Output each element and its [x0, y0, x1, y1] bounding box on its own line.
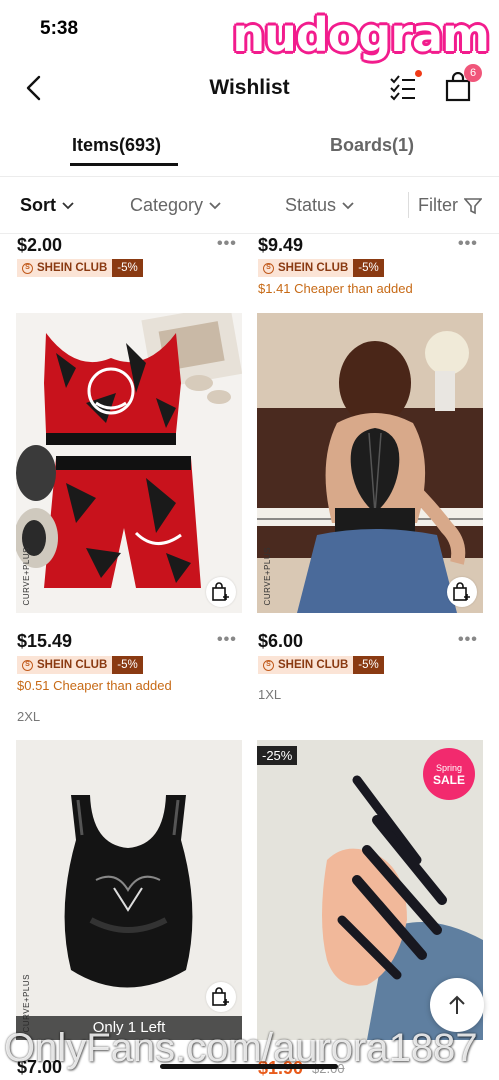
filter-bar: Sort Category Status Filter — [0, 178, 499, 234]
category-label: Category — [130, 195, 204, 215]
add-to-bag-icon — [212, 987, 229, 1006]
chevron-down-icon — [342, 201, 354, 209]
product-price: $2.00 — [17, 235, 63, 255]
club-label: SHEIN CLUB — [278, 262, 349, 274]
filter-label: Filter — [418, 195, 458, 215]
club-coin-icon: S — [263, 262, 274, 274]
sort-label: Sort — [20, 195, 56, 215]
butterfly-top-image — [257, 313, 483, 613]
divider — [408, 192, 409, 218]
club-badge: S SHEIN CLUB -5% — [17, 259, 143, 277]
club-discount: -5% — [353, 259, 384, 277]
cart-count-badge: 6 — [464, 64, 482, 82]
price-drop-text: $1.41 Cheaper than added — [258, 281, 413, 296]
product-price: $15.49 — [17, 631, 73, 651]
add-to-bag-icon — [453, 582, 470, 601]
club-discount: -5% — [112, 656, 143, 674]
tab-boards[interactable]: Boards(1) — [330, 135, 414, 156]
badge-top-text: Spring — [435, 763, 462, 773]
discount-badge: -25% — [257, 746, 298, 765]
active-tab-indicator — [70, 163, 178, 166]
club-label: SHEIN CLUB — [37, 262, 108, 274]
brand-label: CURVE+PLUS — [22, 546, 31, 605]
club-label: SHEIN CLUB — [278, 659, 349, 671]
spring-sale-badge: Spring SALE — [423, 748, 475, 800]
two-piece-set-image — [16, 313, 242, 588]
checklist-button[interactable] — [388, 70, 422, 104]
home-indicator — [160, 1064, 338, 1069]
club-discount: -5% — [353, 656, 384, 674]
product-price: $6.00 — [258, 631, 304, 651]
club-badge: S SHEIN CLUB -5% — [17, 656, 143, 674]
arrow-up-icon — [449, 995, 465, 1014]
add-to-cart-button[interactable] — [206, 577, 236, 607]
club-badge: S SHEIN CLUB -5% — [258, 656, 384, 674]
club-label: SHEIN CLUB — [37, 659, 108, 671]
club-badge: S SHEIN CLUB -5% — [258, 259, 384, 277]
status-dropdown[interactable]: Status — [285, 195, 354, 216]
funnel-icon — [464, 197, 482, 214]
badge-bottom-text: SALE — [432, 773, 465, 787]
product-image[interactable]: CURVE+PLUS — [257, 313, 483, 613]
club-coin-icon: S — [22, 659, 33, 671]
product-image[interactable]: CURVE+PLUS — [16, 313, 242, 613]
tab-items[interactable]: Items(693) — [72, 135, 161, 156]
club-coin-icon: S — [22, 262, 33, 274]
wishlist-grid: $2.00 ••• S SHEIN CLUB -5% $9.49 ••• S SHE… — [0, 235, 499, 1080]
more-options-icon[interactable]: ••• — [458, 631, 478, 649]
add-to-cart-button[interactable] — [447, 577, 477, 607]
price-drop-text: $0.51 Cheaper than added — [17, 678, 172, 693]
more-options-icon[interactable]: ••• — [458, 235, 478, 253]
sort-dropdown[interactable]: Sort — [20, 195, 74, 216]
club-coin-icon: S — [263, 659, 274, 671]
category-dropdown[interactable]: Category — [130, 195, 221, 216]
size-label: 2XL — [17, 709, 41, 724]
add-to-bag-icon — [212, 582, 229, 601]
brand-label: CURVE+PLUS — [263, 546, 272, 605]
more-options-icon[interactable]: ••• — [217, 235, 237, 253]
add-to-cart-button[interactable] — [206, 982, 236, 1012]
chevron-down-icon — [209, 201, 221, 209]
notification-dot — [415, 70, 422, 77]
status-time: 5:38 — [40, 18, 79, 39]
back-to-top-button[interactable] — [430, 978, 484, 1032]
status-label: Status — [285, 195, 337, 215]
watermark-logo: nudogram — [232, 8, 490, 62]
cart-button[interactable]: 6 — [444, 64, 482, 104]
chevron-down-icon — [62, 201, 74, 209]
product-price: $9.49 — [258, 235, 304, 255]
nav-bar: Wishlist 6 — [0, 60, 499, 116]
status-bar: 5:38 nudogram — [0, 0, 499, 62]
size-label: 1XL — [258, 687, 282, 702]
filter-button[interactable]: Filter — [418, 195, 482, 216]
product-image[interactable]: CURVE+PLUS Only 1 Left — [16, 740, 242, 1040]
more-options-icon[interactable]: ••• — [217, 631, 237, 649]
wishlist-tabs: Items(693) Boards(1) — [0, 125, 499, 177]
page-title: Wishlist — [209, 76, 290, 99]
club-discount: -5% — [112, 259, 143, 277]
checklist-icon — [390, 75, 415, 101]
